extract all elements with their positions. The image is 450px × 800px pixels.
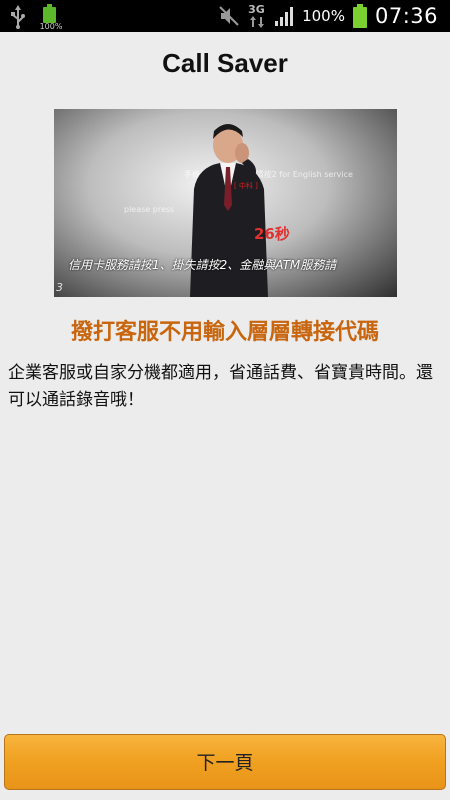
network-3g-icon: 3G (248, 2, 266, 30)
clock: 07:36 (374, 4, 438, 28)
status-bar: 100% 3G 100% 07:36 (0, 0, 450, 32)
network-type-label: 3G (248, 3, 265, 16)
battery-icon (352, 4, 367, 28)
mute-icon (218, 5, 240, 27)
battery-icon: 100% (38, 4, 63, 31)
app-title: Call Saver (162, 48, 288, 78)
next-page-button[interactable]: 下一頁 (4, 734, 446, 790)
hero-red-mark: [ 中科 ] (234, 182, 258, 190)
hero-menu-text: 信用卡服務請按1、掛失請按2、金融與ATM服務請 (68, 258, 337, 272)
feature-headline: 撥打客服不用輸入層層轉接代碼 (70, 320, 379, 345)
hero-counter: 26秒 (254, 225, 290, 243)
usb-icon (10, 5, 26, 29)
battery-small-label: 100% (39, 22, 63, 31)
battery-percent: 100% (302, 7, 345, 25)
feature-description: 企業客服或自家分機都適用，省通話費、省寶貴時間。還可以通話錄音哦！ (8, 363, 433, 410)
hero-corner-text: 3 (56, 281, 63, 294)
signal-icon (274, 6, 294, 26)
hero-ghost-text-2: please press (124, 205, 175, 214)
businessman-phone-image: 手機驗證碼按1 台語請按2 for English service please… (54, 109, 397, 297)
